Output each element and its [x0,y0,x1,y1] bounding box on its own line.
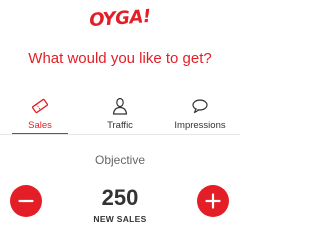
plus-icon [205,193,221,209]
objective-label: Objective [94,153,146,167]
tab-traffic[interactable]: Traffic [80,92,160,134]
ticket-icon [32,98,48,114]
page-heading: What would you like to get? [28,50,212,67]
increase-button[interactable] [197,185,229,217]
tab-label-impressions: Impressions [174,120,226,131]
tabs-divider [0,134,240,135]
person-icon [112,97,128,115]
tab-label-traffic: Traffic [107,120,133,131]
tab-impressions[interactable]: Impressions [160,92,240,134]
tab-sales[interactable]: Sales [0,92,80,135]
objective-type-tabs: Sales Traffic Impressions [0,92,240,135]
objective-screen: OYGA! What would you like to get? Sales … [0,0,240,240]
speech-bubble-icon [192,99,208,114]
tab-label-sales: Sales [28,120,52,131]
brand-logo: OYGA! [88,5,152,32]
